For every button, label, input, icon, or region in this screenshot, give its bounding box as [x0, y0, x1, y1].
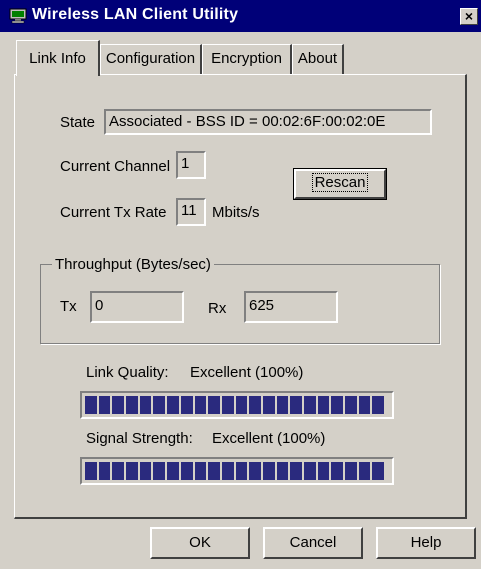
meter-segment — [372, 462, 385, 480]
rescan-label: Rescan — [311, 173, 369, 192]
meter-segment — [85, 396, 97, 414]
meter-segment — [112, 396, 125, 414]
meter-segment — [126, 396, 138, 414]
signal-strength-label: Signal Strength: — [86, 430, 193, 447]
meter-segment — [139, 396, 152, 414]
close-icon: × — [464, 8, 474, 24]
meter-segment — [98, 462, 111, 480]
meter-segment — [221, 462, 234, 480]
meter-segment — [358, 462, 371, 480]
meter-segment — [112, 462, 125, 480]
meter-segment — [262, 396, 275, 414]
meter-segment — [85, 462, 97, 480]
meter-segment — [167, 462, 179, 480]
meter-segment — [180, 396, 193, 414]
tx-rate-unit: Mbits/s — [212, 204, 260, 221]
rx-label: Rx — [208, 300, 227, 317]
meter-segment — [153, 396, 166, 414]
meter-segment — [372, 396, 385, 414]
meter-segment — [345, 396, 357, 414]
utility-window: Wireless LAN Client Utility × Link Info … — [0, 0, 481, 569]
state-field: Associated - BSS ID = 00:02:6F:00:02:0E — [104, 109, 432, 135]
window-title: Wireless LAN Client Utility — [32, 6, 239, 23]
meter-segment — [153, 462, 166, 480]
title-bar[interactable]: Wireless LAN Client Utility × — [0, 0, 481, 32]
meter-segment — [317, 396, 330, 414]
current-channel-label: Current Channel — [60, 158, 171, 175]
tab-encryption[interactable]: Encryption — [202, 44, 292, 74]
meter-segment — [317, 462, 330, 480]
state-label: State — [60, 114, 96, 131]
signal-strength-value: Excellent (100%) — [212, 430, 326, 447]
meter-segment — [249, 462, 261, 480]
meter-segment — [304, 462, 316, 480]
meter-segment — [262, 462, 275, 480]
current-tx-rate-field: 11 — [176, 198, 206, 226]
meter-segment — [98, 396, 111, 414]
tab-about[interactable]: About — [292, 44, 344, 74]
meter-segment — [167, 396, 179, 414]
meter-segment — [235, 396, 248, 414]
tab-link-info[interactable]: Link Info — [16, 40, 100, 76]
meter-segment — [208, 462, 220, 480]
help-button[interactable]: Help — [376, 527, 476, 559]
meter-segment — [221, 396, 234, 414]
link-quality-value: Excellent (100%) — [190, 364, 304, 381]
network-monitor-icon — [9, 8, 27, 24]
throughput-group-title: Throughput (Bytes/sec) — [52, 256, 214, 273]
signal-strength-meter — [80, 457, 394, 485]
meter-segment — [194, 396, 207, 414]
meter-segment — [249, 396, 261, 414]
meter-segment — [304, 396, 316, 414]
tx-label: Tx — [60, 298, 77, 315]
current-channel-field: 1 — [176, 151, 206, 179]
meter-segment — [331, 396, 344, 414]
meter-segment — [276, 396, 289, 414]
current-tx-rate-label: Current Tx Rate — [60, 204, 167, 221]
meter-segment — [180, 462, 193, 480]
close-button[interactable]: × — [460, 8, 478, 25]
meter-segment — [290, 396, 302, 414]
link-quality-meter — [80, 391, 394, 419]
rx-throughput-field: 625 — [244, 291, 338, 323]
ok-button[interactable]: OK — [150, 527, 250, 559]
meter-segment — [276, 462, 289, 480]
tab-configuration[interactable]: Configuration — [100, 44, 202, 74]
meter-segment — [358, 396, 371, 414]
meter-segment — [331, 462, 344, 480]
meter-segment — [345, 462, 357, 480]
meter-segment — [235, 462, 248, 480]
cancel-button[interactable]: Cancel — [263, 527, 363, 559]
meter-segment — [126, 462, 138, 480]
tx-throughput-field: 0 — [90, 291, 184, 323]
link-quality-label: Link Quality: — [86, 364, 169, 381]
meter-segment — [208, 396, 220, 414]
rescan-button[interactable]: Rescan — [293, 168, 387, 200]
meter-segment — [139, 462, 152, 480]
meter-segment — [290, 462, 302, 480]
meter-segment — [194, 462, 207, 480]
